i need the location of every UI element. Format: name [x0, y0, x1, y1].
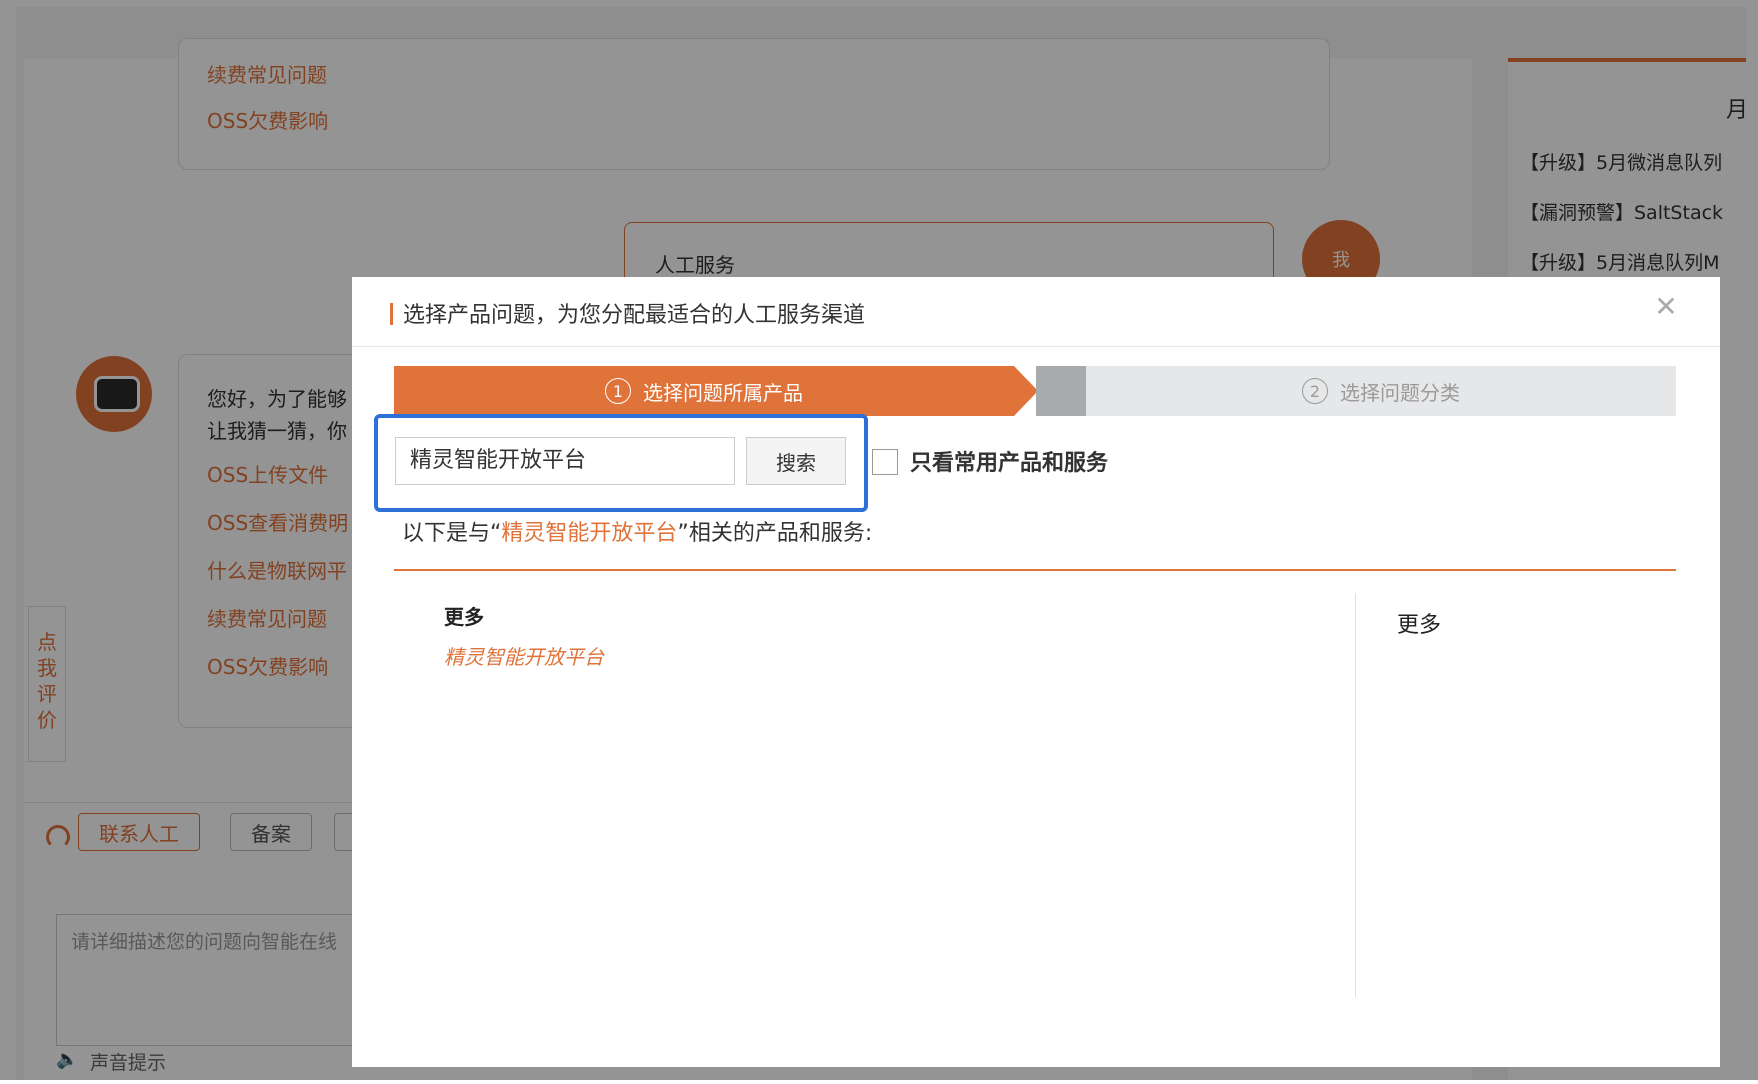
left-column-title: 更多 — [444, 605, 484, 629]
step-separator — [1036, 366, 1086, 416]
result-divider — [394, 569, 1676, 571]
column-divider — [1355, 593, 1356, 997]
product-select-dialog: 选择产品问题，为您分配最适合的人工服务渠道 ✕ 1 选择问题所属产品 2 选择问… — [352, 277, 1720, 1067]
result-keyword: 精灵智能开放平台 — [501, 521, 678, 546]
step-1-label: 选择问题所属产品 — [643, 380, 803, 405]
search-highlight-box — [374, 414, 868, 512]
step-2-number: 2 — [1302, 378, 1328, 404]
common-products-label[interactable]: 只看常用产品和服务 — [910, 445, 1108, 477]
dialog-title-text: 选择产品问题，为您分配最适合的人工服务渠道 — [403, 303, 866, 328]
step-1-number: 1 — [605, 378, 631, 404]
dialog-title: 选择产品问题，为您分配最适合的人工服务渠道 — [390, 297, 865, 329]
result-prefix: 以下是与“ — [402, 521, 502, 546]
title-accent-bar — [390, 303, 393, 325]
step-2-select-category: 2 选择问题分类 — [1086, 366, 1676, 416]
header-divider — [352, 346, 1720, 347]
step-1-arrow — [1014, 366, 1038, 416]
close-icon[interactable]: ✕ — [1652, 293, 1680, 321]
product-option-link[interactable]: 精灵智能开放平台 — [444, 641, 604, 670]
result-suffix: ”相关的产品和服务: — [677, 521, 873, 546]
common-products-checkbox[interactable] — [872, 449, 898, 475]
step-1-select-product: 1 选择问题所属产品 — [394, 366, 1014, 416]
step-2-label: 选择问题分类 — [1340, 380, 1460, 405]
result-summary: 以下是与“精灵智能开放平台”相关的产品和服务: — [402, 515, 872, 547]
right-column-title: 更多 — [1397, 613, 1442, 638]
